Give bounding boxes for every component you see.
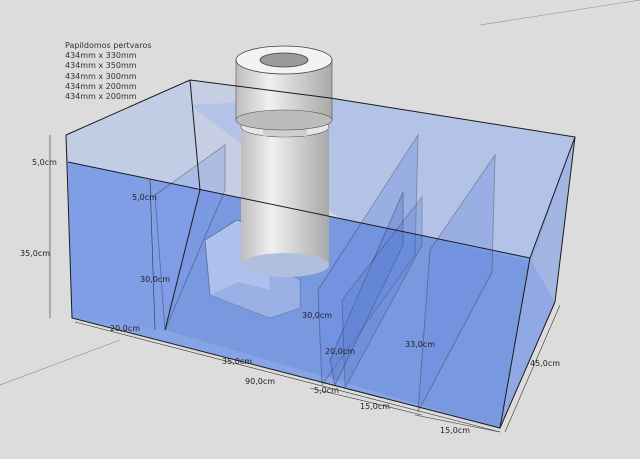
notes-line-2: 434mm x 350mm — [65, 61, 137, 71]
dim-baffle-gap: 5,0cm — [314, 386, 339, 395]
dim-depth: 45,0cm — [530, 359, 560, 368]
dim-baffle-height-3: 33,0cm — [405, 340, 435, 349]
notes-title: Papildomos pertvaros — [65, 41, 152, 50]
notes-line-3: 434mm x 300mm — [65, 71, 137, 81]
dim-baffle-height-2: 20,0cm — [325, 347, 355, 356]
dim-top-glass: 5,0cm — [32, 158, 57, 167]
axis-line-top — [479, 0, 640, 26]
dim-baffle-height-1: 30,0cm — [302, 311, 332, 320]
notes-line-4: 434mm x 200mm — [65, 81, 137, 91]
partition-notes: Papildomos pertvaros 434mm x 330mm 434mm… — [65, 41, 152, 102]
dim-height-total: 35,0cm — [20, 249, 50, 258]
cylinder-hole — [259, 52, 309, 68]
dim-inner-height: 30,0cm — [140, 275, 170, 284]
notes-line-1: 434mm x 330mm — [65, 51, 137, 61]
cylinder-lower-bottom — [241, 253, 329, 277]
dim-chamber-1: 15,0cm — [360, 402, 390, 411]
dim-inner-top: 5,0cm — [132, 193, 157, 202]
dim-left-section: 20,0cm — [110, 324, 140, 333]
dim-chamber-2: 15,0cm — [440, 426, 470, 435]
dim-middle-section: 35,0cm — [222, 357, 252, 366]
cylinder-lower — [241, 130, 329, 265]
cylinder-upper-bottom — [235, 109, 333, 131]
dim-length-total: 90,0cm — [245, 377, 275, 386]
notes-line-5: 434mm x 200mm — [65, 92, 137, 102]
axis-line-left — [0, 339, 121, 386]
